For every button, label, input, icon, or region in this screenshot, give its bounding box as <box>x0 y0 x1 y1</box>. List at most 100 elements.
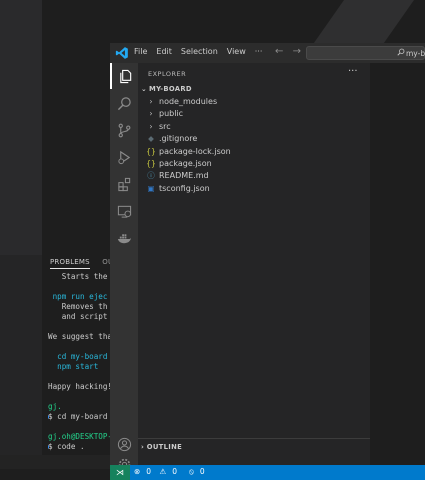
folder-item[interactable]: › src <box>146 121 231 133</box>
explorer-icon[interactable] <box>110 63 138 89</box>
terminal-line: npm start <box>48 362 118 372</box>
status-items: ⊗ 0 ⚠ 0 ⦸ 0 <box>134 467 217 477</box>
terminal-line-text: Happy hacking! <box>48 382 113 391</box>
terminal-line-text: and script <box>48 312 108 321</box>
source-control-icon[interactable] <box>110 117 138 143</box>
outline-section[interactable]: › OUTLINE <box>141 443 182 451</box>
folder-item[interactable]: › node_modules <box>146 96 231 108</box>
tab-problems[interactable]: PROBLEMS <box>50 258 90 269</box>
status-bar: ⋊ ⊗ 0 ⚠ 0 ⦸ 0 <box>110 465 425 480</box>
terminal-line: Starts the <box>48 272 118 282</box>
titlebar: File Edit Selection View ··· ← → my-bo <box>110 43 425 63</box>
terminal-line-text: $ code . <box>48 442 85 451</box>
tree-item-label: .gitignore <box>159 134 198 144</box>
git-file-icon: ◆ <box>148 134 154 144</box>
typescript-config-icon: ▣ <box>147 183 155 193</box>
terminal-line-text: $ cd my-board <box>48 412 108 421</box>
docker-icon[interactable] <box>110 225 138 251</box>
chevron-right-icon: › <box>141 443 145 451</box>
json-file-icon: {} <box>146 146 156 156</box>
warning-count: 0 <box>172 467 177 476</box>
background-activity-area <box>0 0 42 255</box>
menu-bar: File Edit Selection View ··· <box>134 47 271 56</box>
json-file-icon: {} <box>146 158 156 168</box>
outline-label: OUTLINE <box>146 443 183 451</box>
project-folder-header[interactable]: ⌄ MY-BOARD <box>141 85 192 93</box>
terminal-line-text: npm start <box>48 362 99 371</box>
terminal-line: $ cd my-board <box>48 412 118 422</box>
terminal-line-text: cd my-board <box>48 352 108 361</box>
menu-more[interactable]: ··· <box>255 47 263 56</box>
ports-status[interactable]: ⦸ 0 <box>189 467 211 477</box>
explorer-title: EXPLORER <box>148 70 187 78</box>
file-item[interactable]: ▣ tsconfig.json <box>146 183 231 195</box>
navigation-arrows: ← → <box>275 46 307 57</box>
tree-item-label: src <box>159 121 171 131</box>
terminal-line: gj. <box>48 402 118 412</box>
ports-icon: ⦸ <box>188 467 194 476</box>
file-item[interactable]: {} package.json <box>146 158 231 170</box>
tree-item-label: package.json <box>159 158 212 168</box>
remote-explorer-icon[interactable] <box>110 198 138 224</box>
terminal-line-text: gj.oh@DESKTOP- <box>48 432 113 441</box>
ports-count: 0 <box>199 467 205 476</box>
terminal-line-text: npm run ejec <box>48 292 108 301</box>
warning-icon: ⚠ <box>159 467 167 476</box>
terminal-line: Removes th <box>48 302 118 312</box>
terminal-line: $ code . <box>48 442 118 452</box>
chevron-right-icon: › <box>149 97 153 106</box>
terminal-line: Happy hacking! <box>48 382 118 392</box>
menu-edit[interactable]: Edit <box>156 47 172 56</box>
chevron-right-icon: › <box>149 121 153 131</box>
problems-status[interactable]: ⊗ 0 ⚠ 0 <box>134 467 183 477</box>
info-file-icon: ⓘ <box>147 171 155 181</box>
extensions-icon[interactable] <box>110 171 138 197</box>
background-input-strip <box>0 455 110 469</box>
explorer-sidebar: EXPLORER ··· ⌄ MY-BOARD › node_modules › pub… <box>138 63 370 465</box>
file-item[interactable]: ◆ .gitignore <box>146 133 231 145</box>
terminal-line-text: gj. <box>48 402 62 411</box>
search-icon[interactable] <box>110 90 138 116</box>
folder-item[interactable]: › public <box>146 108 231 120</box>
terminal-line: npm run ejec <box>48 292 118 302</box>
chevron-right-icon: › <box>149 109 153 119</box>
file-item[interactable]: {} package-lock.json <box>146 146 231 158</box>
editor-area <box>370 63 425 465</box>
command-center-search[interactable]: my-bo <box>306 46 425 60</box>
vscode-logo-icon <box>115 47 128 59</box>
search-text: my-bo <box>406 49 425 58</box>
chevron-down-icon: ⌄ <box>141 85 147 93</box>
terminal-line: gj.oh@DESKTOP- <box>48 432 118 442</box>
tree-item-label: node_modules <box>159 97 218 106</box>
terminal-line: We suggest tha <box>48 332 118 342</box>
tree-item-label: package-lock.json <box>159 146 231 156</box>
activity-bar <box>110 63 138 471</box>
file-tree: › node_modules › public › src ◆ .gitignore{} pac… <box>146 96 231 195</box>
tree-item-label: tsconfig.json <box>159 183 210 193</box>
error-icon: ⊗ <box>134 467 141 476</box>
terminal-line-text: We suggest tha <box>48 332 113 341</box>
account-icon[interactable] <box>110 431 138 457</box>
run-debug-icon[interactable] <box>110 144 138 170</box>
menu-file[interactable]: File <box>134 47 147 56</box>
vscode-window: File Edit Selection View ··· ← → my-bo <box>110 43 425 480</box>
outline-divider <box>138 438 370 439</box>
more-actions-icon[interactable]: ··· <box>348 66 358 77</box>
tree-item-label: README.md <box>159 171 209 181</box>
file-item[interactable]: ⓘ README.md <box>146 170 231 182</box>
menu-view[interactable]: View <box>227 47 246 56</box>
terminal-output[interactable]: Starts the npm run ejec Removes th and s… <box>48 272 118 472</box>
tree-item-label: public <box>159 109 184 119</box>
terminal-line: cd my-board <box>48 352 118 362</box>
terminal-line-text: Removes th <box>48 302 108 311</box>
remote-icon[interactable]: ⋊ <box>110 465 130 480</box>
forward-arrow-icon[interactable]: → <box>293 46 301 57</box>
menu-selection[interactable]: Selection <box>181 47 218 56</box>
back-arrow-icon[interactable]: ← <box>275 46 283 57</box>
